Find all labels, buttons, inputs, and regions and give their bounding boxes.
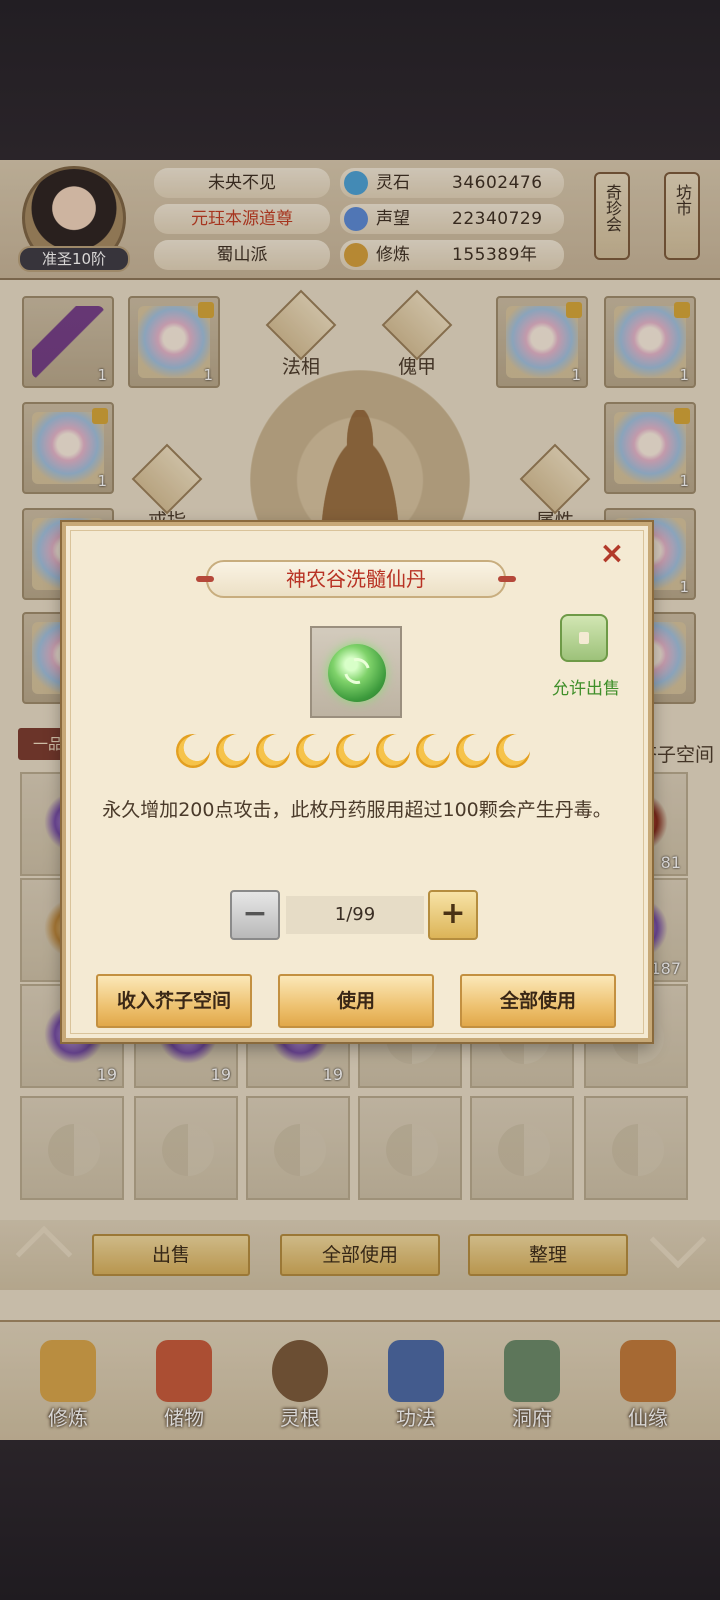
use-button[interactable]: 使用 bbox=[278, 974, 434, 1028]
allow-sale-label: 允许出售 bbox=[552, 679, 620, 699]
use-all-dialog-button[interactable]: 全部使用 bbox=[460, 974, 616, 1028]
item-icon-frame bbox=[310, 626, 402, 718]
quantity-stepper: − 1/99 + bbox=[230, 890, 480, 940]
decrease-button[interactable]: − bbox=[230, 890, 280, 940]
crescent-moon-icon bbox=[256, 734, 290, 768]
quantity-value[interactable]: 1/99 bbox=[286, 896, 424, 934]
crescent-moon-icon bbox=[296, 734, 330, 768]
crescent-moon-icon bbox=[376, 734, 410, 768]
crescent-moon-icon bbox=[336, 734, 370, 768]
crescent-moon-icon bbox=[416, 734, 450, 768]
item-grade-stars bbox=[176, 732, 536, 772]
game-screen: 准圣10阶 未央不见 元珏本源道尊 蜀山派 灵石 34602476 声望 223… bbox=[0, 160, 720, 1440]
item-detail-dialog: × 神农谷洗髓仙丹 允许出售 永久增加200点攻击，此枚丹药服用超过100颗会产… bbox=[62, 522, 652, 1042]
crescent-moon-icon bbox=[176, 734, 210, 768]
crescent-moon-icon bbox=[496, 734, 530, 768]
close-icon[interactable]: × bbox=[596, 538, 628, 570]
system-nav-area bbox=[0, 1440, 720, 1600]
increase-button[interactable]: + bbox=[428, 890, 478, 940]
unlocked-padlock-icon[interactable] bbox=[560, 614, 608, 662]
item-description: 永久增加200点攻击，此枚丹药服用超过100颗会产生丹毒。 bbox=[102, 799, 612, 821]
crescent-moon-icon bbox=[216, 734, 250, 768]
crescent-moon-icon bbox=[456, 734, 490, 768]
store-to-mustard-space-button[interactable]: 收入芥子空间 bbox=[96, 974, 252, 1028]
dialog-title: 神农谷洗髓仙丹 bbox=[196, 560, 516, 598]
status-bar-area bbox=[0, 0, 720, 160]
